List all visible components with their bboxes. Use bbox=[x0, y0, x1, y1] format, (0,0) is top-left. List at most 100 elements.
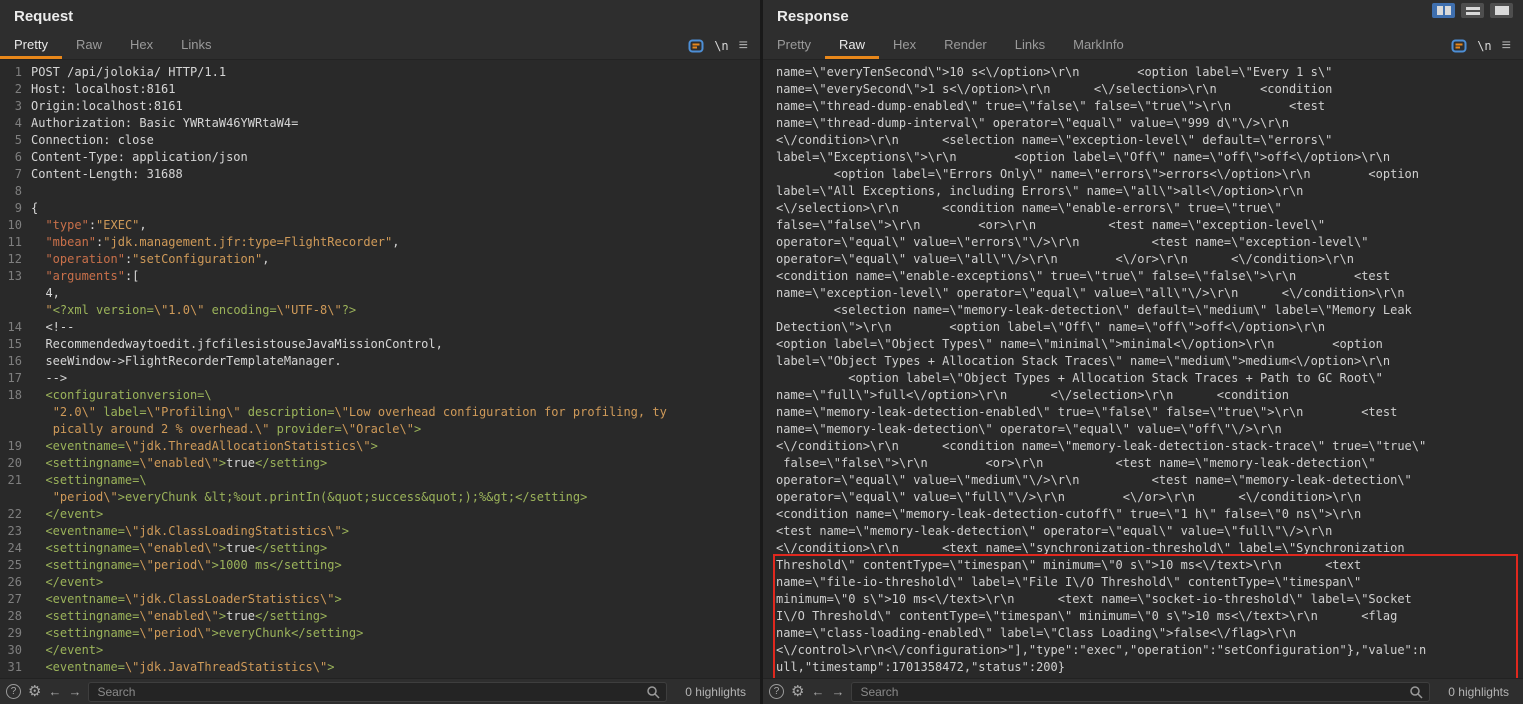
request-code-line: 22 </event> bbox=[0, 506, 760, 523]
newline-toggle-button[interactable]: \n bbox=[1477, 39, 1491, 53]
response-code-line: <condition name=\"enable-exceptions\" tr… bbox=[763, 268, 1523, 285]
response-panel: Response PrettyRawHexRenderLinksMarkInfo… bbox=[763, 0, 1523, 704]
syntax-highlight-icon[interactable] bbox=[1451, 38, 1467, 54]
response-code-line: name=\"file-io-threshold\" label=\"File … bbox=[763, 574, 1523, 591]
response-code-line: Threshold\" contentType=\"timespan\" min… bbox=[763, 557, 1523, 574]
response-highlight-count: 0 highlights bbox=[1437, 685, 1517, 699]
response-tab-tools: \n ≡ bbox=[1451, 33, 1523, 59]
request-code-line: "2.0\" label=\"Profiling\" description=\… bbox=[0, 404, 760, 421]
response-code-line: name=\"everySecond\">1 s<\/option>\r\n <… bbox=[763, 81, 1523, 98]
request-code-line: 23 <eventname=\"jdk.ClassLoadingStatisti… bbox=[0, 523, 760, 540]
layout-tabs-button[interactable] bbox=[1490, 3, 1513, 18]
request-code-line: 19 <eventname=\"jdk.ThreadAllocationStat… bbox=[0, 438, 760, 455]
response-code-line: <option label=\"Errors Only\" name=\"err… bbox=[763, 166, 1523, 183]
request-code-line: 13 "arguments":[ bbox=[0, 268, 760, 285]
response-code-line: operator=\"equal\" value=\"full\"\/>\r\n… bbox=[763, 489, 1523, 506]
response-code-line: <test name=\"memory-leak-detection\" ope… bbox=[763, 523, 1523, 540]
request-panel-header: Request bbox=[0, 0, 760, 33]
menu-icon[interactable]: ≡ bbox=[739, 37, 748, 55]
response-code-line: name=\"everyTenSecond\">10 s<\/option>\r… bbox=[763, 64, 1523, 81]
gear-icon[interactable]: ⚙ bbox=[791, 684, 804, 699]
response-tabbar: PrettyRawHexRenderLinksMarkInfo \n ≡ bbox=[763, 33, 1523, 60]
request-tab-raw[interactable]: Raw bbox=[62, 33, 116, 59]
response-editor[interactable]: name=\"everyTenSecond\">10 s<\/option>\r… bbox=[763, 60, 1523, 678]
request-code-line: 9{ bbox=[0, 200, 760, 217]
layout-columns-button[interactable] bbox=[1432, 3, 1455, 18]
request-code-line: "<?xml version=\"1.0\" encoding=\"UTF-8\… bbox=[0, 302, 760, 319]
response-code-line: ull,"timestamp":1701358472,"status":200} bbox=[763, 659, 1523, 676]
help-icon[interactable]: ? bbox=[769, 684, 784, 699]
prev-match-button[interactable]: ← bbox=[48, 685, 61, 698]
request-code-line: "period\">everyChunk &lt;%out.printIn(&q… bbox=[0, 489, 760, 506]
request-code-line: 27 <eventname=\"jdk.ClassLoaderStatistic… bbox=[0, 591, 760, 608]
help-icon[interactable]: ? bbox=[6, 684, 21, 699]
request-code-line: 32 <settingname=\"enabled\">true</settin… bbox=[0, 676, 760, 678]
response-code-line: name=\"thread-dump-interval\" operator=\… bbox=[763, 115, 1523, 132]
response-code-line: <\/condition>\r\n <selection name=\"exce… bbox=[763, 132, 1523, 149]
request-code-line: 21 <settingname=\ bbox=[0, 472, 760, 489]
response-code-line: name=\"class-loading-enabled\" label=\"C… bbox=[763, 625, 1523, 642]
request-code-line: 20 <settingname=\"enabled\">true</settin… bbox=[0, 455, 760, 472]
request-code-line: 14 <!-- bbox=[0, 319, 760, 336]
response-tab-hex[interactable]: Hex bbox=[879, 33, 930, 59]
prev-match-button[interactable]: ← bbox=[811, 685, 824, 698]
request-code-line: 2Host: localhost:8161 bbox=[0, 81, 760, 98]
request-code-line: 28 <settingname=\"enabled\">true</settin… bbox=[0, 608, 760, 625]
request-code-line: 24 <settingname=\"enabled\">true</settin… bbox=[0, 540, 760, 557]
request-tab-pretty[interactable]: Pretty bbox=[0, 33, 62, 59]
request-code-line: 4Authorization: Basic YWRtaW46YWRtaW4= bbox=[0, 115, 760, 132]
response-tab-links[interactable]: Links bbox=[1001, 33, 1059, 59]
response-code-line: operator=\"equal\" value=\"all\"\/>\r\n … bbox=[763, 251, 1523, 268]
response-code-line: operator=\"equal\" value=\"medium\"\/>\r… bbox=[763, 472, 1523, 489]
request-code-line: 8 bbox=[0, 183, 760, 200]
next-match-button[interactable]: → bbox=[68, 685, 81, 698]
response-tab-markinfo[interactable]: MarkInfo bbox=[1059, 33, 1138, 59]
response-code-line: <\/condition>\r\n <condition name=\"memo… bbox=[763, 438, 1523, 455]
gear-icon[interactable]: ⚙ bbox=[28, 684, 41, 699]
request-code-line: 16 seeWindow->FlightRecorderTemplateMana… bbox=[0, 353, 760, 370]
request-highlight-count: 0 highlights bbox=[674, 685, 754, 699]
request-code-line: 30 </event> bbox=[0, 642, 760, 659]
request-code-line: 1POST /api/jolokia/ HTTP/1.1 bbox=[0, 64, 760, 81]
request-tab-tools: \n ≡ bbox=[688, 33, 760, 59]
response-code-line: name=\"exception-level\" operator=\"equa… bbox=[763, 285, 1523, 302]
response-code-line: false=\"false\">\r\n <or>\r\n <test name… bbox=[763, 455, 1523, 472]
response-code-line: <option label=\"Object Types + Allocatio… bbox=[763, 370, 1523, 387]
request-code-line: 6Content-Type: application/json bbox=[0, 149, 760, 166]
response-panel-header: Response bbox=[763, 0, 1523, 33]
request-searchbar: ? ⚙ ← → 0 highlights bbox=[0, 678, 760, 704]
response-code-line: minimum=\"0 s\">10 ms<\/text>\r\n <text … bbox=[763, 591, 1523, 608]
request-code-line: 3Origin:localhost:8161 bbox=[0, 98, 760, 115]
menu-icon[interactable]: ≡ bbox=[1502, 37, 1511, 55]
response-search-input[interactable] bbox=[851, 682, 1430, 702]
response-code-line: Detection\">\r\n <option label=\"Off\" n… bbox=[763, 319, 1523, 336]
response-code-line: false=\"false\">\r\n <or>\r\n <test name… bbox=[763, 217, 1523, 234]
response-searchbar: ? ⚙ ← → 0 highlights bbox=[763, 678, 1523, 704]
request-code-line: 17 --> bbox=[0, 370, 760, 387]
response-code-line: label=\"All Exceptions, including Errors… bbox=[763, 183, 1523, 200]
request-panel-title: Request bbox=[14, 8, 73, 25]
layout-controls bbox=[1432, 3, 1513, 18]
response-tab-render[interactable]: Render bbox=[930, 33, 1001, 59]
request-tab-links[interactable]: Links bbox=[167, 33, 225, 59]
request-search-input[interactable] bbox=[88, 682, 667, 702]
request-editor[interactable]: 1POST /api/jolokia/ HTTP/1.12Host: local… bbox=[0, 60, 760, 678]
response-code-line: <condition name=\"memory-leak-detection-… bbox=[763, 506, 1523, 523]
response-code-line: label=\"Object Types + Allocation Stack … bbox=[763, 353, 1523, 370]
syntax-highlight-icon[interactable] bbox=[688, 38, 704, 54]
newline-toggle-button[interactable]: \n bbox=[714, 39, 728, 53]
response-code-line: operator=\"equal\" value=\"errors\"\/>\r… bbox=[763, 234, 1523, 251]
request-code-line: 29 <settingname=\"period\">everyChunk</s… bbox=[0, 625, 760, 642]
request-code-line: 10 "type":"EXEC", bbox=[0, 217, 760, 234]
response-code-line: <selection name=\"memory-leak-detection\… bbox=[763, 302, 1523, 319]
request-tab-hex[interactable]: Hex bbox=[116, 33, 167, 59]
response-code-line: <\/condition>\r\n <text name=\"synchroni… bbox=[763, 540, 1523, 557]
response-code-line: <\/control>\r\n<\/configuration>"],"type… bbox=[763, 642, 1523, 659]
layout-rows-button[interactable] bbox=[1461, 3, 1484, 18]
next-match-button[interactable]: → bbox=[831, 685, 844, 698]
response-tab-raw[interactable]: Raw bbox=[825, 33, 879, 59]
response-panel-title: Response bbox=[777, 8, 849, 25]
response-code-line: name=\"full\">full<\/option>\r\n <\/sele… bbox=[763, 387, 1523, 404]
response-code-line: name=\"memory-leak-detection-enabled\" t… bbox=[763, 404, 1523, 421]
response-tab-pretty[interactable]: Pretty bbox=[763, 33, 825, 59]
